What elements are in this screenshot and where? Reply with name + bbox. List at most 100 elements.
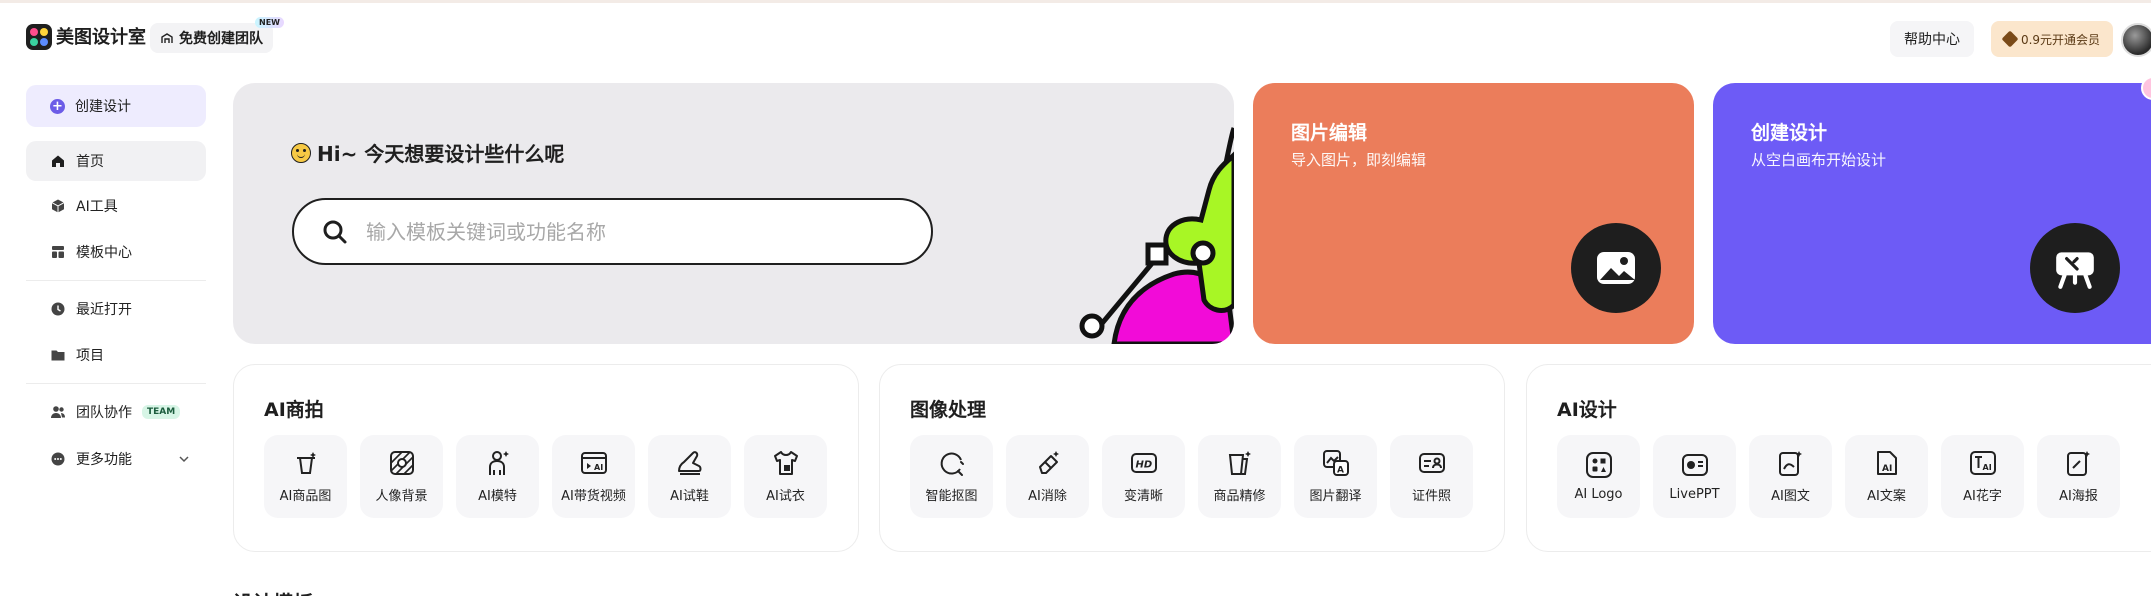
tool-id-photo[interactable]: 证件照 (1390, 435, 1473, 518)
card-subtitle: 从空白画布开始设计 (1751, 151, 1887, 169)
create-team-button[interactable]: 免费创建团队 (150, 23, 273, 53)
sidebar-item-ai-tools[interactable]: AI工具 (26, 186, 206, 226)
model-icon (488, 451, 509, 475)
sidebar-item-more[interactable]: 更多功能 (26, 439, 206, 479)
image-edit-card[interactable]: 图片编辑 导入图片，即刻编辑 (1253, 83, 1694, 344)
tool-ai-model[interactable]: AI模特 (456, 435, 539, 518)
template-icon (52, 246, 64, 258)
image-processing-group: 图像处理 智能抠图 AI消除 HD 变清晰 商品精修 A 图片翻译 证件照 (879, 364, 1505, 552)
tool-enhance[interactable]: HD 变清晰 (1102, 435, 1185, 518)
tool-label: AI Logo (1574, 487, 1623, 502)
tool-product-retouch[interactable]: 商品精修 (1198, 435, 1281, 518)
sidebar-item-templates[interactable]: 模板中心 (26, 232, 206, 272)
avatar[interactable] (2121, 23, 2151, 57)
tool-smart-cutout[interactable]: 智能抠图 (910, 435, 993, 518)
sidebar-item-label: 首页 (76, 154, 104, 170)
tool-label: AI文案 (1867, 489, 1906, 504)
sidebar-item-projects[interactable]: 项目 (26, 335, 206, 375)
help-center-button[interactable]: 帮助中心 (1890, 21, 1974, 57)
graphic-icon (1778, 451, 1802, 476)
id-card-icon (1418, 453, 1445, 473)
svg-text:AI: AI (1982, 463, 1991, 472)
tool-image-translate[interactable]: A 图片翻译 (1294, 435, 1377, 518)
tool-ai-graphic[interactable]: AI图文 (1749, 435, 1832, 518)
sidebar-item-recent[interactable]: 最近打开 (26, 289, 206, 329)
search-bar[interactable] (292, 198, 933, 265)
tool-label: AI消除 (1028, 489, 1067, 504)
tool-label: AI模特 (478, 489, 517, 504)
svg-text:AI: AI (1882, 464, 1892, 474)
chevron-down-icon[interactable] (178, 453, 190, 465)
tool-label: LivePPT (1669, 487, 1720, 502)
hero-illustration (1079, 127, 1234, 344)
team-building-icon (161, 33, 173, 43)
tool-label: AI图文 (1771, 489, 1810, 504)
poster-icon (2066, 451, 2090, 476)
document-ai-icon: AI (1876, 451, 1897, 475)
team-tag: TEAM (142, 405, 181, 419)
sidebar-item-label: 项目 (76, 348, 104, 364)
group-title: AI商拍 (264, 399, 324, 421)
ai-product-shoot-group: AI商拍 AI商品图 人像背景 AI模特 AI AI带货视频 AI试鞋 AI试衣 (233, 364, 859, 552)
card-title: 图片编辑 (1291, 122, 1368, 144)
greeting-text: Hi~ 今天想要设计些什么呢 (317, 142, 565, 166)
search-input[interactable] (366, 219, 886, 244)
tool-label: AI带货视频 (561, 489, 626, 504)
home-icon (52, 155, 64, 167)
svg-text:AI: AI (594, 463, 603, 472)
sidebar-item-label: 最近打开 (76, 302, 132, 318)
tool-label: 证件照 (1411, 489, 1451, 504)
tool-label: AI试衣 (766, 489, 805, 504)
tool-ai-fancy-text[interactable]: AI AI花字 (1941, 435, 2024, 518)
easel-icon (2030, 223, 2120, 313)
eraser-icon (1038, 451, 1059, 474)
cube-icon (51, 199, 65, 213)
hd-icon: HD (1130, 453, 1157, 473)
tool-ai-copywriting[interactable]: AI AI文案 (1845, 435, 1928, 518)
tool-ai-clothes[interactable]: AI试衣 (744, 435, 827, 518)
clothes-icon (773, 451, 798, 475)
search-icon (323, 220, 347, 243)
tool-ai-product-image[interactable]: AI商品图 (264, 435, 347, 518)
image-icon (1571, 223, 1661, 313)
tool-portrait-background[interactable]: 人像背景 (360, 435, 443, 518)
portrait-background-icon (389, 451, 414, 475)
tool-label: AI商品图 (279, 489, 332, 504)
tool-ai-video[interactable]: AI AI带货视频 (552, 435, 635, 518)
svg-text:HD: HD (1135, 460, 1152, 471)
sidebar-item-label: 团队协作 (76, 405, 132, 421)
card-title: 创建设计 (1751, 122, 1828, 144)
logo-icon[interactable] (26, 24, 52, 50)
app-name[interactable]: 美图设计室 (56, 25, 146, 51)
product-image-icon (296, 452, 316, 474)
presentation-icon (1681, 454, 1708, 476)
cutout-icon (940, 452, 964, 476)
translate-icon: A (1322, 450, 1349, 476)
tool-label: 图片翻译 (1309, 489, 1362, 504)
group-title: 图像处理 (910, 399, 987, 421)
tool-label: AI花字 (1963, 489, 2002, 504)
svg-text:A: A (1337, 466, 1344, 476)
create-design-button[interactable]: + 创建设计 (26, 85, 206, 127)
create-design-label: 创建设计 (75, 99, 131, 115)
design-templates-heading: 设计模板 (233, 587, 313, 596)
create-team-label: 免费创建团队 (179, 31, 263, 47)
sidebar-item-label: AI工具 (76, 199, 118, 215)
sidebar-divider (26, 383, 206, 384)
diamond-icon (2001, 30, 2019, 48)
create-design-card[interactable]: 创建设计 从空白画布开始设计 (1713, 83, 2151, 344)
text-ai-icon: AI (1969, 451, 1996, 475)
hero-banner: Hi~ 今天想要设计些什么呢 (233, 83, 1234, 344)
sidebar-item-home[interactable]: 首页 (26, 141, 206, 181)
card-subtitle: 导入图片，即刻编辑 (1291, 151, 1427, 169)
tool-ai-eraser[interactable]: AI消除 (1006, 435, 1089, 518)
sidebar-item-team[interactable]: 团队协作 TEAM (26, 392, 206, 432)
tool-ai-shoes[interactable]: AI试鞋 (648, 435, 731, 518)
tool-liveppt[interactable]: LivePPT (1653, 435, 1736, 518)
tool-ai-poster[interactable]: AI海报 (2037, 435, 2120, 518)
vip-label: 0.9元开通会员 (2020, 32, 2101, 47)
tool-ai-logo[interactable]: AI Logo (1557, 435, 1640, 518)
sidebar-item-label: 更多功能 (76, 452, 132, 468)
vip-button[interactable]: 0.9元开通会员 (1991, 21, 2113, 57)
hero-greeting: Hi~ 今天想要设计些什么呢 (291, 138, 564, 167)
